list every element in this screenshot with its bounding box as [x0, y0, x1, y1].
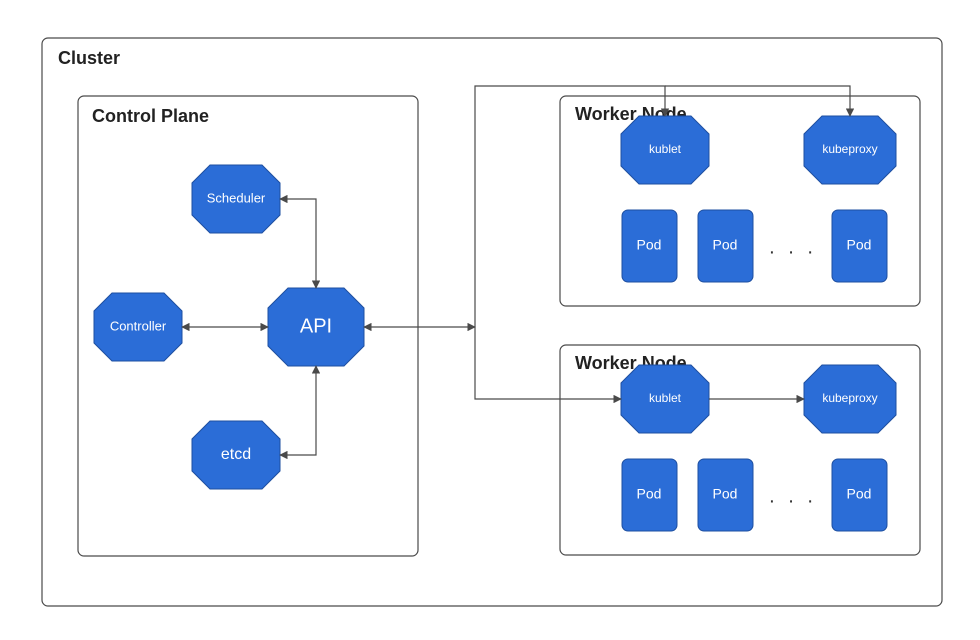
cluster-title: Cluster [58, 48, 120, 68]
arrow-junction-worker1-kubeproxy [665, 86, 850, 116]
worker1-ellipsis: . . . [769, 236, 817, 258]
worker2-ellipsis: . . . [769, 485, 817, 507]
cluster-diagram: Cluster Control Plane Scheduler Controll… [0, 0, 980, 640]
worker2-kubeproxy-label: kubeproxy [822, 391, 877, 405]
worker1-pod-1-label: Pod [637, 237, 662, 253]
arrow-api-etcd [280, 366, 316, 455]
api-node: API [268, 288, 364, 366]
worker2-kublet: kublet [621, 365, 709, 433]
arrow-api-scheduler [280, 199, 316, 288]
controller-label: Controller [110, 318, 167, 333]
worker1-kublet-label: kublet [649, 142, 682, 156]
worker2-pod-2-label: Pod [713, 486, 738, 502]
worker1-kublet: kublet [621, 116, 709, 184]
api-label: API [300, 315, 332, 337]
worker1-pod-3-label: Pod [847, 237, 872, 253]
worker2-pod-3-label: Pod [847, 486, 872, 502]
worker1-pod-2-label: Pod [713, 237, 738, 253]
worker1-kubeproxy-label: kubeproxy [822, 142, 877, 156]
scheduler-label: Scheduler [207, 190, 266, 205]
worker2-kublet-label: kublet [649, 391, 682, 405]
worker2-pod-1-label: Pod [637, 486, 662, 502]
etcd-node: etcd [192, 421, 280, 489]
controller-node: Controller [94, 293, 182, 361]
worker1-kubeproxy: kubeproxy [804, 116, 896, 184]
scheduler-node: Scheduler [192, 165, 280, 233]
etcd-label: etcd [221, 446, 251, 463]
control-plane-title: Control Plane [92, 106, 209, 126]
worker2-kubeproxy: kubeproxy [804, 365, 896, 433]
